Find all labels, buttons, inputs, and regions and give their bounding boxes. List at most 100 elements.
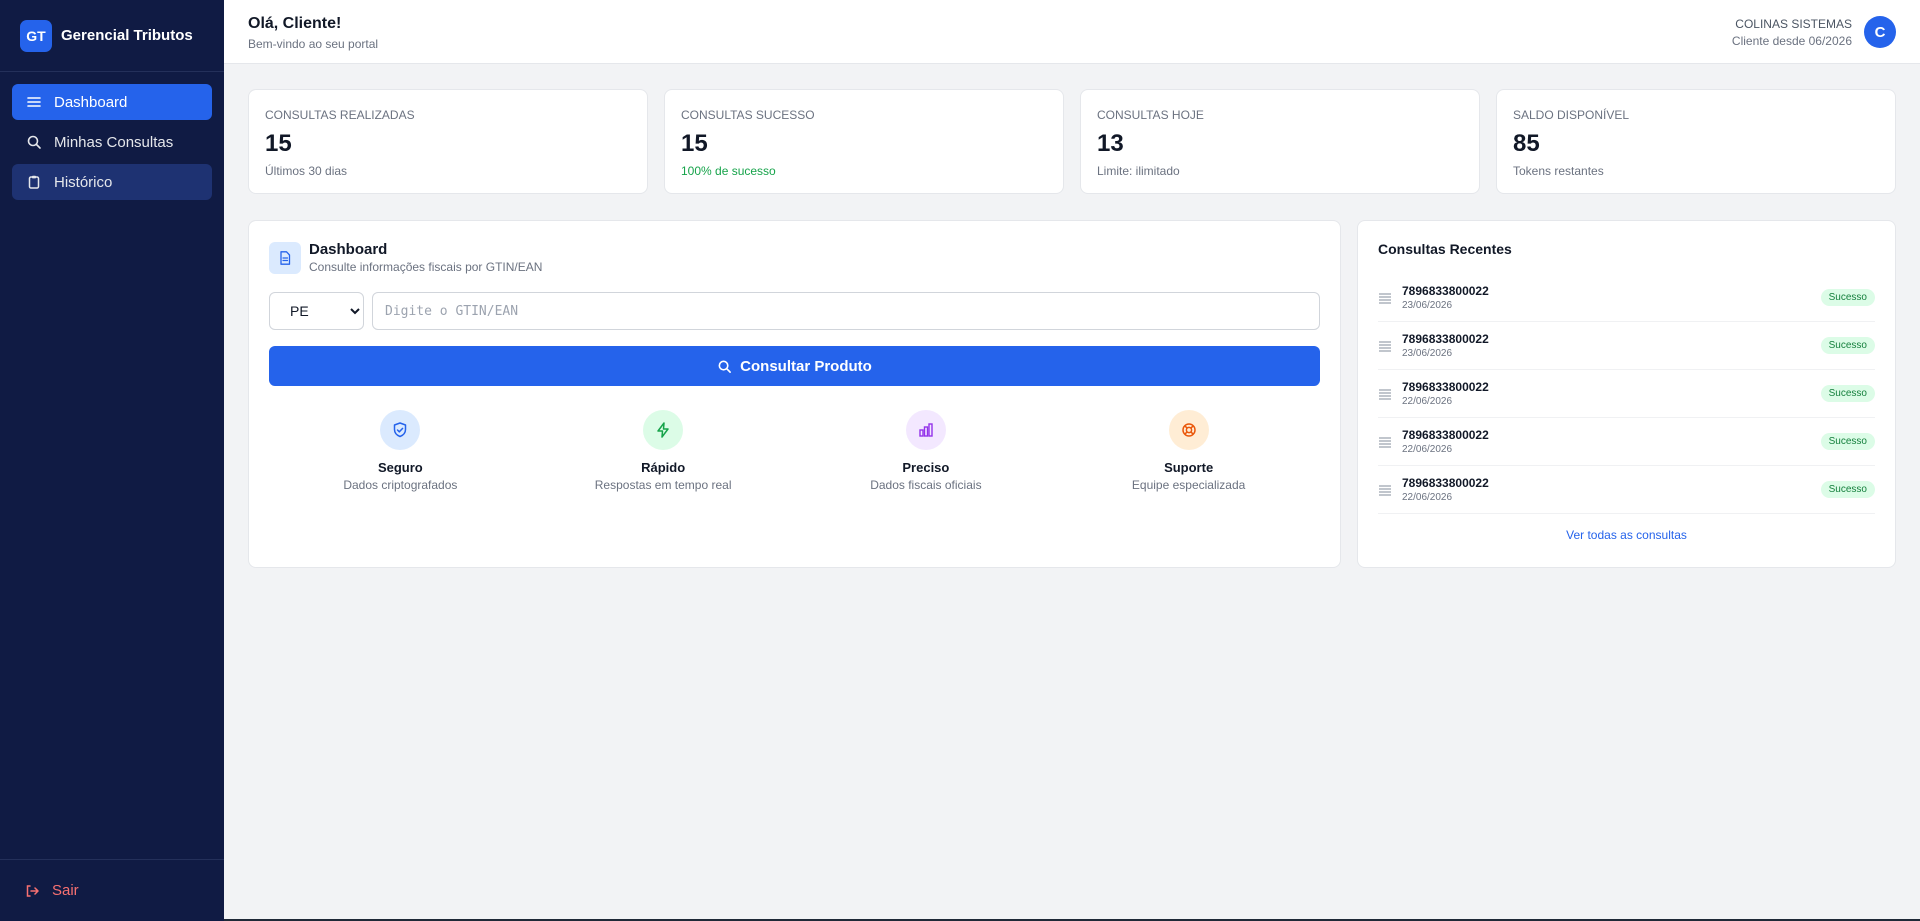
logout-label: Sair (52, 882, 79, 899)
recent-list: 7896833800022 23/06/2026 Sucesso 7896833… (1378, 274, 1875, 514)
recent-date: 22/06/2026 (1402, 444, 1453, 455)
status-badge: Sucesso (1820, 481, 1875, 498)
recent-date: 22/06/2026 (1402, 396, 1453, 407)
lightning-icon (643, 410, 684, 450)
recent-date: 23/06/2026 (1402, 300, 1453, 311)
see-all-link[interactable]: Ver todas as consultas (1378, 528, 1875, 542)
feature-seguro: Seguro Dados criptografados (269, 410, 532, 492)
panel-subtitle: Consulte informações fiscais por GTIN/EA… (309, 260, 543, 274)
status-badge: Sucesso (1820, 433, 1875, 450)
feature-rapido: Rápido Respostas em tempo real (532, 410, 795, 492)
sidebar: GT Gerencial Tributos Dashboard Minhas C… (0, 0, 224, 921)
sidebar-item-label: Dashboard (54, 93, 128, 111)
feature-title: Preciso (902, 460, 950, 475)
recent-consultations-panel: Consultas Recentes 7896833800022 23/06/2… (1357, 220, 1896, 568)
stat-card-realizadas: Consultas Realizadas 15 Últimos 30 dias (248, 89, 648, 194)
stat-label: Saldo Disponível (1513, 108, 1630, 122)
list-item[interactable]: 7896833800022 22/06/2026 Sucesso (1378, 418, 1875, 466)
stat-card-hoje: Consultas Hoje 13 Limite: ilimitado (1080, 89, 1480, 194)
sidebar-item-minhas-consultas[interactable]: Minhas Consultas (12, 124, 212, 160)
status-badge: Sucesso (1820, 385, 1875, 402)
status-badge: Sucesso (1820, 337, 1875, 354)
top-header: Olá, Cliente! Bem-vindo ao seu portal CO… (224, 0, 1920, 64)
feature-suporte: Suporte Equipe especializada (1057, 410, 1320, 492)
sidebar-nav: Dashboard Minhas Consultas Histórico (0, 72, 224, 216)
recent-date: 23/06/2026 (1402, 348, 1453, 359)
company-name: COLINAS SISTEMAS (1735, 17, 1852, 31)
greeting-subtitle: Bem-vindo ao seu portal (248, 37, 379, 51)
recent-date: 22/06/2026 (1402, 492, 1453, 503)
sidebar-footer: Sair (0, 859, 224, 921)
consult-button-label: Consultar Produto (740, 357, 872, 375)
search-form: PE (269, 292, 1320, 330)
barcode-icon (1379, 388, 1391, 400)
stat-card-sucesso: Consultas Sucesso 15 100% de sucesso (664, 89, 1064, 194)
sidebar-item-dashboard[interactable]: Dashboard (12, 84, 212, 120)
clipboard-icon (26, 174, 42, 190)
feature-subtitle: Respostas em tempo real (594, 478, 732, 492)
feature-title: Seguro (377, 460, 423, 475)
recent-title: Consultas Recentes (1378, 241, 1512, 257)
lifebuoy-icon (1168, 410, 1209, 450)
search-icon (718, 360, 732, 373)
recent-code: 7896833800022 (1402, 428, 1489, 442)
greeting-title: Olá, Cliente! (248, 15, 342, 32)
consult-product-button[interactable]: Consultar Produto (269, 346, 1320, 386)
stat-note: Tokens restantes (1513, 164, 1604, 178)
brand: GT Gerencial Tributos (0, 0, 224, 72)
avatar[interactable]: C (1864, 16, 1896, 48)
feature-subtitle: Equipe especializada (1131, 478, 1246, 492)
panel-header: Dashboard Consulte informações fiscais p… (269, 241, 1320, 274)
sidebar-item-historico[interactable]: Histórico (12, 164, 212, 200)
bar-chart-icon (905, 410, 946, 450)
list-item[interactable]: 7896833800022 22/06/2026 Sucesso (1378, 466, 1875, 514)
document-icon (269, 241, 301, 274)
logout-icon (24, 883, 40, 899)
barcode-icon (1379, 436, 1391, 448)
stat-label: Consultas Realizadas (265, 108, 415, 122)
panel-title: Dashboard (309, 241, 388, 258)
recent-code: 7896833800022 (1402, 380, 1489, 394)
barcode-icon (1379, 340, 1391, 352)
sidebar-item-label: Minhas Consultas (54, 133, 174, 151)
feature-title: Rápido (641, 460, 686, 475)
sidebar-item-label: Histórico (54, 173, 113, 191)
list-item[interactable]: 7896833800022 23/06/2026 Sucesso (1378, 274, 1875, 322)
feature-preciso: Preciso Dados fiscais oficiais (795, 410, 1058, 492)
barcode-icon (1379, 292, 1391, 304)
recent-code: 7896833800022 (1402, 284, 1489, 298)
status-badge: Sucesso (1820, 289, 1875, 306)
recent-code: 7896833800022 (1402, 476, 1489, 490)
stat-note: Limite: ilimitado (1097, 164, 1180, 178)
consult-panel: Dashboard Consulte informações fiscais p… (248, 220, 1341, 568)
logout-button[interactable]: Sair (24, 882, 79, 899)
stat-value: 15 (265, 130, 292, 157)
feature-title: Suporte (1164, 460, 1214, 475)
stat-value: 13 (1097, 130, 1124, 157)
shield-icon (380, 410, 421, 450)
feature-subtitle: Dados criptografados (343, 478, 458, 492)
recent-code: 7896833800022 (1402, 332, 1489, 346)
user-info: COLINAS SISTEMAS Cliente desde 06/2026 (1732, 17, 1852, 48)
stat-note: Últimos 30 dias (265, 164, 348, 178)
stat-note: 100% de sucesso (681, 164, 776, 178)
stat-value: 15 (681, 130, 708, 157)
stat-label: Consultas Hoje (1097, 108, 1204, 122)
brand-logo: GT (20, 19, 52, 52)
state-select[interactable]: PE (269, 292, 364, 330)
search-icon (26, 134, 42, 150)
stat-value: 85 (1513, 130, 1540, 157)
list-item[interactable]: 7896833800022 23/06/2026 Sucesso (1378, 322, 1875, 370)
gtin-input[interactable] (372, 292, 1320, 330)
brand-name: Gerencial Tributos (61, 27, 193, 44)
member-since: Cliente desde 06/2026 (1731, 34, 1852, 48)
feature-subtitle: Dados fiscais oficiais (870, 478, 982, 492)
features-row: Seguro Dados criptografados Rápido Respo… (269, 410, 1320, 492)
menu-icon (26, 94, 42, 110)
barcode-icon (1379, 484, 1391, 496)
list-item[interactable]: 7896833800022 22/06/2026 Sucesso (1378, 370, 1875, 418)
stat-label: Consultas Sucesso (681, 108, 815, 122)
stat-card-saldo: Saldo Disponível 85 Tokens restantes (1496, 89, 1896, 194)
greeting: Olá, Cliente! Bem-vindo ao seu portal (248, 15, 378, 51)
stats-row: Consultas Realizadas 15 Últimos 30 dias … (248, 89, 1896, 194)
